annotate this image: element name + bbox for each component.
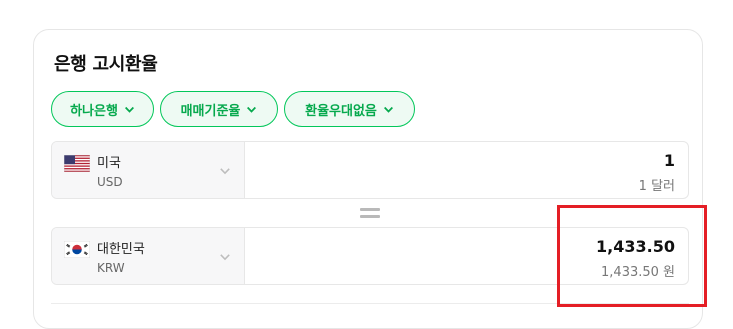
amount-input-from[interactable]: 1 xyxy=(664,151,675,170)
amount-readout-from: 1 달러 xyxy=(638,179,675,194)
highlight-box xyxy=(557,205,707,307)
currency-code: KRW xyxy=(97,261,125,275)
preferential-rate-chip[interactable]: 환율우대없음 xyxy=(284,91,415,127)
chevron-down-icon xyxy=(220,168,230,175)
us-flag-icon xyxy=(64,155,90,172)
rate-type-label: 매매기준율 xyxy=(180,103,241,119)
currency-code: USD xyxy=(97,175,123,189)
country-name: 미국 xyxy=(97,156,121,171)
chevron-down-icon xyxy=(220,254,230,261)
currency-select-from[interactable]: 미국 USD xyxy=(52,142,245,198)
chevron-down-icon xyxy=(247,106,257,113)
card-title: 은행 고시환율 xyxy=(54,54,158,75)
country-name: 대한민국 xyxy=(97,242,145,257)
currency-row-from: 미국 USD 1 1 달러 xyxy=(51,141,689,199)
bank-select-chip[interactable]: 하나은행 xyxy=(51,91,154,127)
preferential-rate-label: 환율우대없음 xyxy=(305,103,377,119)
bank-select-label: 하나은행 xyxy=(70,103,118,119)
equals-icon xyxy=(360,208,380,218)
chevron-down-icon xyxy=(383,106,393,113)
rate-type-chip[interactable]: 매매기준율 xyxy=(160,91,278,127)
kr-flag-icon xyxy=(64,241,90,258)
chevron-down-icon xyxy=(124,106,134,113)
currency-select-to[interactable]: 대한민국 KRW xyxy=(52,228,245,284)
